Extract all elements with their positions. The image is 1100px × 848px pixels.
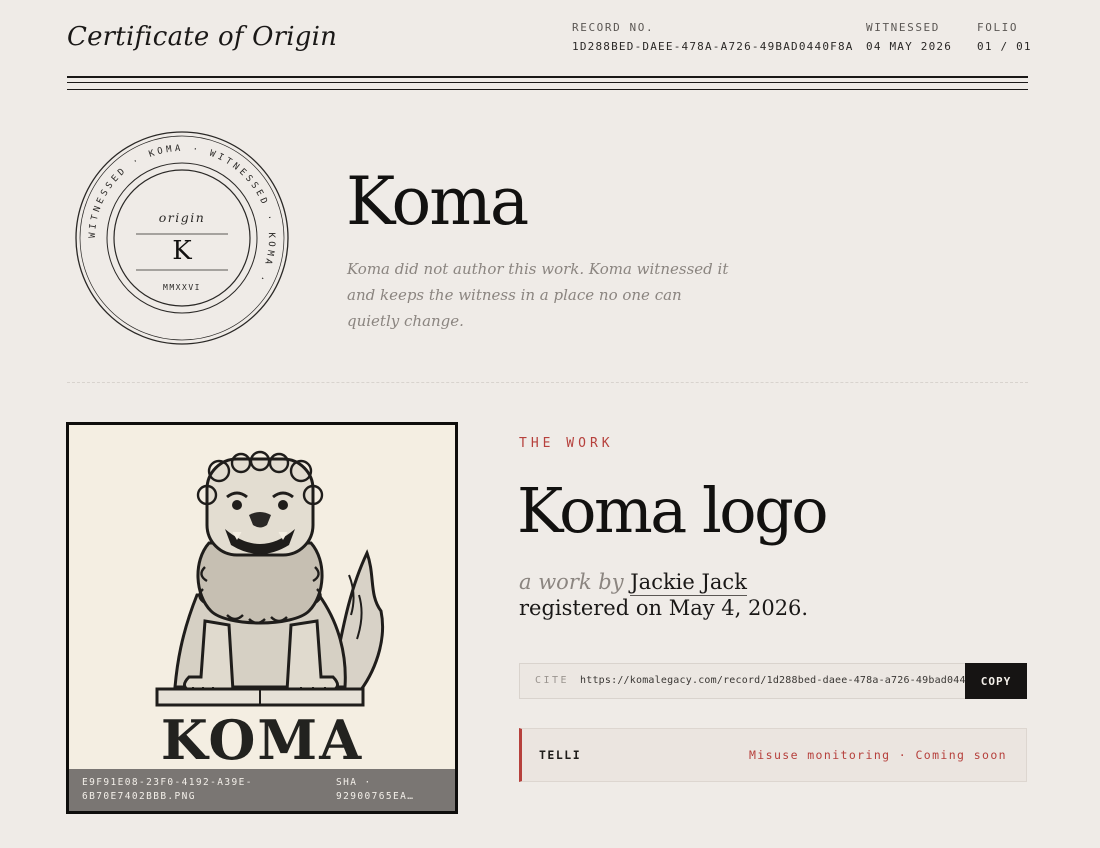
artwork-sha: SHA · 92900765EA… [336, 777, 415, 802]
cite-url[interactable]: https://komalegacy.com/record/1d288bed-d… [580, 675, 966, 686]
origin-seal: WITNESSED · KOMA · WITNESSED · KOMA · or… [74, 130, 290, 346]
seal-icon: WITNESSED · KOMA · WITNESSED · KOMA · or… [75, 131, 289, 345]
seal-letter: K [172, 236, 192, 266]
byline-prefix: a work by [519, 570, 624, 594]
registration-date: registered on May 4, 2026. [519, 596, 809, 620]
author-link[interactable]: Jackie Jack [630, 570, 747, 596]
record-number: RECORD NO. 1D288BED-DAEE-478A-A726-49BAD… [572, 21, 854, 53]
work-byline: a work by Jackie Jack [519, 568, 747, 596]
artwork-file-info: E9F91E08-23F0-4192-A39E-6B70E7402BBB.PNG… [69, 769, 455, 811]
record-number-value: 1D288BED-DAEE-478A-A726-49BAD0440F8A [572, 40, 854, 53]
artwork-wordmark: KOMA [161, 708, 363, 772]
seal-year: MMXXVI [163, 283, 201, 292]
copy-button[interactable]: COPY [965, 663, 1027, 699]
witnessed-value: 04 MAY 2026 [866, 40, 953, 53]
seal-top-word: origin [159, 210, 206, 225]
monitoring-panel: TELLI Misuse monitoring · Coming soon [519, 728, 1027, 782]
monitor-status: Misuse monitoring · Coming soon [748, 748, 1007, 762]
monitor-name: TELLI [539, 748, 582, 762]
section-eyebrow: THE WORK [519, 436, 614, 451]
witnessed-date: WITNESSED 04 MAY 2026 [866, 21, 952, 53]
record-number-label: RECORD NO. [572, 21, 655, 34]
header-rule-thin [67, 82, 1028, 83]
artwork-filename: E9F91E08-23F0-4192-A39E-6B70E7402BBB.PNG [82, 777, 253, 802]
artwork-preview[interactable]: KOMA E9F91E08-23F0-4192-A39E-6B70E7402BB… [66, 422, 458, 814]
foo-dog-guardian-lion-icon: KOMA [69, 425, 455, 811]
folio: FOLIO 01 / 01 [977, 21, 1032, 53]
cite-label: CITE [535, 675, 570, 686]
witness-name: Koma [346, 163, 529, 240]
work-title: Koma logo [517, 474, 829, 547]
folio-label: FOLIO [977, 21, 1019, 34]
section-divider [67, 382, 1028, 383]
document-title: Certificate of Origin [67, 22, 338, 52]
witness-statement: Koma did not author this work. Koma witn… [347, 260, 729, 330]
witnessed-label: WITNESSED [866, 21, 941, 34]
cite-box: CITE https://komalegacy.com/record/1d288… [519, 663, 1027, 699]
folio-value: 01 / 01 [977, 40, 1032, 53]
certificate-header: Certificate of Origin RECORD NO. 1D288BE… [67, 18, 1031, 74]
header-rule-thin [67, 89, 1028, 90]
header-rule-thick [67, 76, 1028, 78]
